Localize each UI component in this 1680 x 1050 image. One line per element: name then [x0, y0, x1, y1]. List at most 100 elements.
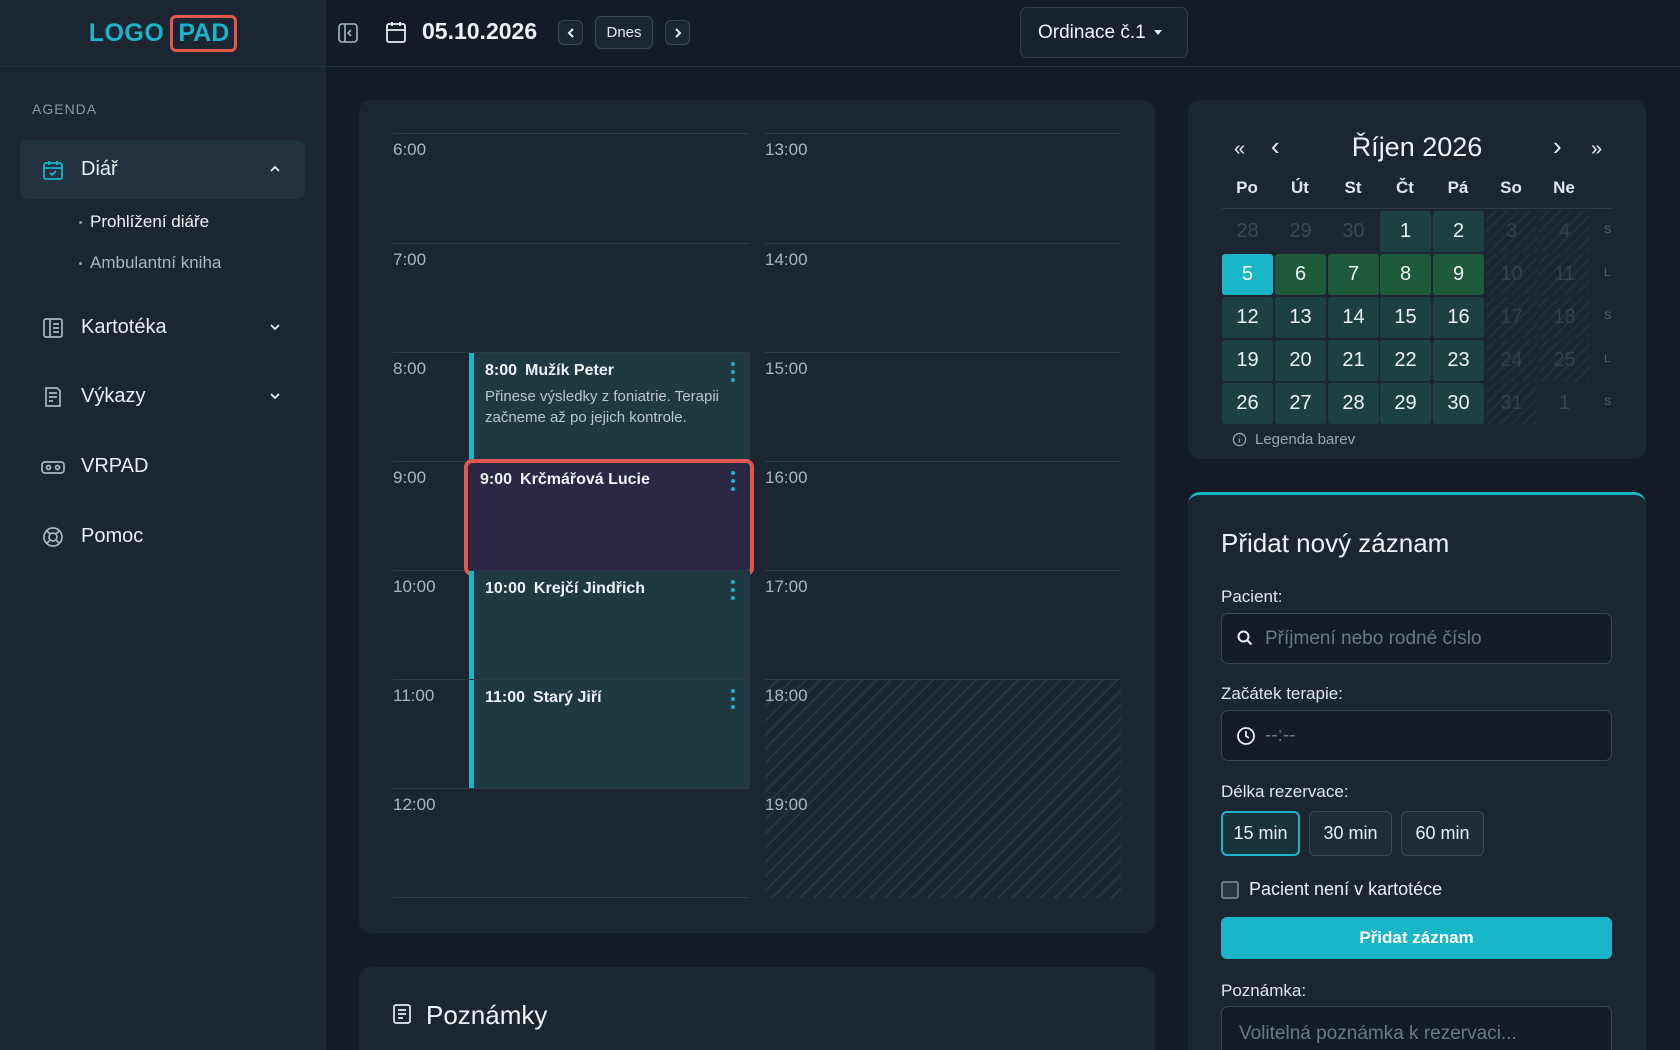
calendar-day-weekend: 25 — [1539, 340, 1590, 381]
appointment-card[interactable]: 8:00 Mužík Peter Přinese výsledky z fonia… — [469, 353, 750, 461]
report-icon — [40, 384, 66, 410]
ordinace-select[interactable]: Ordinace č.1 — [1020, 7, 1188, 58]
appointment-note: Přinese výsledky z foniatrie. Terapii za… — [485, 388, 719, 426]
caret-down-icon — [1153, 30, 1162, 35]
calendar-day[interactable]: 1 — [1380, 211, 1431, 252]
calendar-day[interactable]: 12 — [1222, 297, 1273, 338]
sidebar-subitem-label: Ambulantní kniha — [90, 253, 222, 272]
logo-text-part1: LOGO — [88, 18, 165, 47]
add-record-button[interactable]: Přidat záznam — [1221, 917, 1612, 959]
calendar-day[interactable]: 7 — [1328, 254, 1379, 295]
calendar-day[interactable]: 23 — [1433, 340, 1484, 381]
duration-15-button[interactable]: 15 min — [1221, 811, 1300, 856]
calendar-day: 28 — [1236, 220, 1259, 242]
appointment-time: 11:00 — [485, 689, 526, 706]
sidebar-item-vrpad[interactable]: VRPAD — [20, 437, 305, 496]
note-icon — [392, 1003, 412, 1030]
current-date: 05.10.2026 — [422, 18, 538, 44]
calendar-weekday: Út — [1291, 178, 1309, 197]
checkbox-box[interactable] — [1221, 880, 1239, 899]
duration-60-button[interactable]: 60 min — [1401, 811, 1484, 856]
add-record-title: Přidat nový záznam — [1221, 528, 1450, 558]
logo[interactable]: LOGO PAD — [0, 0, 326, 67]
more-options-icon[interactable] — [731, 580, 737, 600]
sidebar-item-kartoteka[interactable]: Kartotéka — [20, 298, 305, 357]
prev-day-button[interactable] — [558, 20, 583, 45]
today-button[interactable]: Dnes — [595, 16, 653, 49]
calendar-check-icon — [40, 157, 66, 183]
time-label: 18:00 — [765, 686, 808, 705]
section-label-agenda: AGENDA — [32, 101, 98, 117]
calendar-day[interactable]: 22 — [1380, 340, 1431, 381]
selection-highlight — [464, 459, 754, 576]
calendar-day[interactable]: 29 — [1380, 383, 1431, 424]
info-icon — [1232, 432, 1247, 447]
calendar-day[interactable]: 19 — [1222, 340, 1273, 381]
calendar-icon[interactable] — [384, 20, 408, 44]
start-time-input[interactable]: --:-- — [1221, 710, 1612, 761]
next-day-button[interactable] — [665, 20, 690, 45]
patient-search-placeholder: Příjmení nebo rodné číslo — [1265, 627, 1482, 649]
calendar-day-weekend: 17 — [1486, 297, 1537, 338]
search-icon — [1236, 629, 1254, 653]
vr-headset-icon — [40, 454, 66, 480]
calendar-day-weekend: 3 — [1486, 211, 1537, 252]
unavailable-time-block — [765, 680, 1121, 898]
duration-30-button[interactable]: 30 min — [1309, 811, 1392, 856]
appointment-patient: Mužík Peter — [525, 362, 614, 379]
more-options-icon[interactable] — [731, 689, 737, 709]
calendar-day[interactable]: 9 — [1433, 254, 1484, 295]
calendar-day-selected[interactable]: 5 — [1222, 254, 1273, 295]
calendar-week-mark: S — [1604, 310, 1612, 322]
calendar-day[interactable]: 13 — [1275, 297, 1326, 338]
calendar-day[interactable]: 16 — [1433, 297, 1484, 338]
calendar-day[interactable]: 15 — [1380, 297, 1431, 338]
lifebuoy-icon — [40, 524, 66, 550]
time-label: 11:00 — [393, 686, 435, 705]
calendar-day[interactable]: 27 — [1275, 383, 1326, 424]
patient-search-input[interactable]: Příjmení nebo rodné číslo — [1221, 613, 1612, 664]
calendar-day-weekend: 10 — [1486, 254, 1537, 295]
color-legend-link[interactable]: Legenda barev — [1232, 431, 1355, 448]
calendar-day[interactable]: 2 — [1433, 211, 1484, 252]
calendar-day-weekend: 18 — [1539, 297, 1590, 338]
calendar-day[interactable]: 6 — [1275, 254, 1326, 295]
calendar-day-weekend: 11 — [1539, 254, 1590, 295]
sidebar-toggle-icon[interactable] — [336, 21, 360, 45]
color-legend-label: Legenda barev — [1255, 431, 1356, 448]
calendar-day[interactable]: 30 — [1433, 383, 1484, 424]
calendar-day[interactable]: 14 — [1328, 297, 1379, 338]
note-textarea[interactable]: Volitelná poznámka k rezervaci... — [1221, 1006, 1612, 1050]
time-label: 15:00 — [765, 359, 808, 378]
calendar-day-weekend: 31 — [1486, 383, 1537, 424]
time-label: 8:00 — [393, 359, 427, 378]
next-month-button[interactable]: › — [1553, 131, 1562, 162]
appointment-card[interactable]: 11:00 Starý Jiří — [469, 680, 750, 788]
calendar-day[interactable]: 28 — [1328, 383, 1379, 424]
more-options-icon[interactable] — [731, 362, 737, 382]
sidebar-subitem-ambulantni-kniha[interactable]: Ambulantní kniha — [79, 253, 221, 273]
appointment-patient: Krejčí Jindřich — [533, 580, 646, 597]
sidebar-item-pomoc[interactable]: Pomoc — [20, 507, 305, 566]
calendar-day[interactable]: 8 — [1380, 254, 1431, 295]
patient-label: Pacient: — [1221, 587, 1283, 606]
calendar-day[interactable]: 20 — [1275, 340, 1326, 381]
note-label: Poznámka: — [1221, 981, 1307, 1000]
sidebar-item-vykazy[interactable]: Výkazy — [20, 367, 305, 426]
not-in-index-checkbox[interactable]: Pacient není v kartotéce — [1221, 879, 1442, 900]
next-year-button[interactable]: » — [1591, 138, 1602, 161]
sidebar-subitem-prohlizeni-diare[interactable]: Prohlížení diáře — [79, 212, 209, 232]
calendar-day[interactable]: 26 — [1222, 383, 1273, 424]
notes-panel: Poznámky — [359, 967, 1155, 1050]
calendar-weekday: St — [1344, 178, 1362, 197]
time-label: 6:00 — [393, 140, 427, 159]
calendar-month-title: Říjen 2026 — [1351, 132, 1483, 162]
calendar-day[interactable]: 21 — [1328, 340, 1379, 381]
calendar-week-mark: L — [1604, 267, 1611, 279]
sidebar-item-diar[interactable]: Diář — [20, 140, 305, 199]
month-calendar: « ‹ Říjen 2026 › » Po Út St Čt Pá So Ne … — [1188, 100, 1646, 459]
calendar-week-mark: L — [1604, 353, 1611, 365]
appointment-card[interactable]: 10:00 Krejčí Jindřich — [469, 571, 750, 679]
time-label: 17:00 — [765, 577, 808, 596]
sidebar-item-label: Pomoc — [81, 525, 144, 547]
